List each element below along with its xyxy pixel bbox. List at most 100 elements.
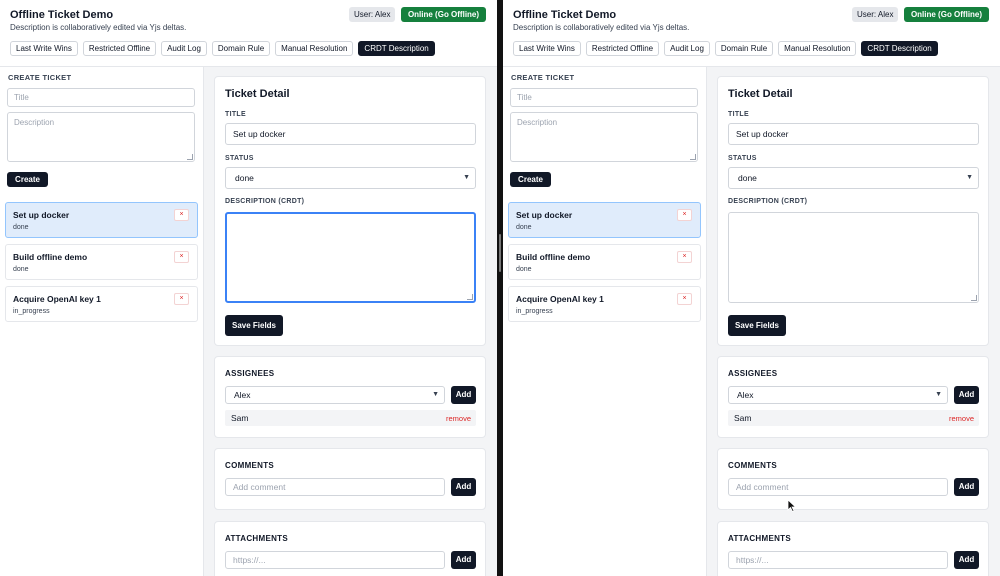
- assignee-name: Sam: [734, 413, 752, 423]
- ticket-status: done: [516, 266, 532, 273]
- tab-domain-rule[interactable]: Domain Rule: [714, 41, 774, 56]
- add-comment-button[interactable]: Add: [954, 478, 979, 496]
- comments-card: COMMENTS Add comment Add: [214, 448, 486, 510]
- add-assignee-button[interactable]: Add: [954, 386, 979, 404]
- ticket-title: Build offline demo: [516, 252, 591, 262]
- tab-restricted-offline[interactable]: Restricted Offline: [82, 41, 157, 56]
- comment-input[interactable]: Add comment: [225, 478, 445, 496]
- assignee-select[interactable]: Alex ▼: [728, 386, 948, 404]
- status-select[interactable]: done ▼: [225, 167, 476, 189]
- assignee-row: Sam remove: [225, 410, 476, 426]
- create-ticket-label: CREATE TICKET: [511, 73, 575, 82]
- delete-ticket-button[interactable]: ×: [677, 251, 692, 263]
- save-fields-button[interactable]: Save Fields: [225, 315, 283, 336]
- app-header: Offline Ticket Demo Description is colla…: [503, 0, 1000, 67]
- mouse-pointer-icon: [787, 499, 797, 513]
- assignees-label: ASSIGNEES: [225, 369, 275, 378]
- new-ticket-title-input[interactable]: Title: [510, 88, 698, 107]
- ticket-detail-heading: Ticket Detail: [728, 88, 793, 100]
- create-ticket-button[interactable]: Create: [7, 172, 48, 187]
- title-label: TITLE: [728, 111, 749, 118]
- ticket-title: Build offline demo: [13, 252, 88, 262]
- attachments-label: ATTACHMENTS: [225, 534, 288, 543]
- description-placeholder: Description: [14, 118, 55, 127]
- tab-domain-rule[interactable]: Domain Rule: [211, 41, 271, 56]
- resize-grip-icon[interactable]: [690, 154, 696, 160]
- ticket-status: done: [13, 224, 29, 231]
- ticket-detail-card: Ticket Detail TITLE Set up docker STATUS…: [717, 76, 989, 346]
- description-crdt-editor[interactable]: [728, 212, 979, 303]
- description-crdt-label: DESCRIPTION (CRDT): [225, 198, 305, 205]
- status-value: done: [738, 173, 757, 183]
- resize-grip-icon[interactable]: [971, 295, 977, 301]
- description-placeholder: Description: [517, 118, 558, 127]
- status-value: done: [235, 173, 254, 183]
- status-select[interactable]: done ▼: [728, 167, 979, 189]
- description-crdt-editor[interactable]: [225, 212, 476, 303]
- tab-manual-resolution[interactable]: Manual Resolution: [778, 41, 857, 56]
- resize-grip-icon[interactable]: [187, 154, 193, 160]
- delete-ticket-button[interactable]: ×: [677, 209, 692, 221]
- ticket-list-item[interactable]: Acquire OpenAI key 1 in_progress ×: [5, 286, 198, 322]
- tab-manual-resolution[interactable]: Manual Resolution: [275, 41, 354, 56]
- add-assignee-button[interactable]: Add: [451, 386, 476, 404]
- delete-ticket-button[interactable]: ×: [677, 293, 692, 305]
- ticket-list-item[interactable]: Set up docker done ×: [5, 202, 198, 238]
- assignees-card: ASSIGNEES Alex ▼ Add Sam remove: [214, 356, 486, 438]
- attachment-url-input[interactable]: https://...: [728, 551, 948, 569]
- ticket-status: done: [516, 224, 532, 231]
- comment-input[interactable]: Add comment: [728, 478, 948, 496]
- ticket-detail-heading: Ticket Detail: [225, 88, 290, 100]
- add-comment-button[interactable]: Add: [451, 478, 476, 496]
- delete-ticket-button[interactable]: ×: [174, 251, 189, 263]
- comments-card: COMMENTS Add comment Add: [717, 448, 989, 510]
- tab-last-write-wins[interactable]: Last Write Wins: [10, 41, 78, 56]
- ticket-list-item[interactable]: Set up docker done ×: [508, 202, 701, 238]
- remove-assignee-link[interactable]: remove: [949, 414, 974, 423]
- new-ticket-description-input[interactable]: Description: [510, 112, 698, 162]
- ticket-list-item[interactable]: Acquire OpenAI key 1 in_progress ×: [508, 286, 701, 322]
- create-ticket-label: CREATE TICKET: [8, 73, 72, 82]
- ticket-list-item[interactable]: Build offline demo done ×: [5, 244, 198, 280]
- attachment-url-input[interactable]: https://...: [225, 551, 445, 569]
- save-fields-button[interactable]: Save Fields: [728, 315, 786, 336]
- tab-crdt-description[interactable]: CRDT Description: [861, 41, 938, 56]
- assignee-select[interactable]: Alex ▼: [225, 386, 445, 404]
- tab-last-write-wins[interactable]: Last Write Wins: [513, 41, 581, 56]
- app-title: Offline Ticket Demo: [513, 9, 617, 21]
- tab-restricted-offline[interactable]: Restricted Offline: [585, 41, 660, 56]
- delete-ticket-button[interactable]: ×: [174, 293, 189, 305]
- left-client-pane: Offline Ticket Demo Description is colla…: [0, 0, 497, 576]
- remove-assignee-link[interactable]: remove: [446, 414, 471, 423]
- create-ticket-button[interactable]: Create: [510, 172, 551, 187]
- ticket-title: Acquire OpenAI key 1: [13, 294, 101, 304]
- description-crdt-label: DESCRIPTION (CRDT): [728, 198, 808, 205]
- sidebar: CREATE TICKET Title Description Create S…: [503, 67, 707, 576]
- delete-ticket-button[interactable]: ×: [174, 209, 189, 221]
- chevron-down-icon: ▼: [935, 391, 942, 398]
- divider-handle[interactable]: [499, 234, 501, 272]
- attachments-card: ATTACHMENTS https://... Add: [717, 521, 989, 576]
- go-offline-button[interactable]: Online (Go Offline): [904, 7, 989, 22]
- ticket-status: in_progress: [13, 308, 50, 315]
- go-offline-button[interactable]: Online (Go Offline): [401, 7, 486, 22]
- ticket-status: done: [13, 266, 29, 273]
- tab-crdt-description[interactable]: CRDT Description: [358, 41, 435, 56]
- tab-audit-log[interactable]: Audit Log: [664, 41, 710, 56]
- ticket-title-input[interactable]: Set up docker: [225, 123, 476, 145]
- resize-grip-icon[interactable]: [467, 294, 473, 300]
- tab-audit-log[interactable]: Audit Log: [161, 41, 207, 56]
- new-ticket-title-input[interactable]: Title: [7, 88, 195, 107]
- assignees-label: ASSIGNEES: [728, 369, 778, 378]
- attachments-label: ATTACHMENTS: [728, 534, 791, 543]
- add-attachment-button[interactable]: Add: [954, 551, 979, 569]
- user-badge: User: Alex: [349, 7, 396, 22]
- comments-label: COMMENTS: [225, 461, 275, 470]
- app-header: Offline Ticket Demo Description is colla…: [0, 0, 497, 67]
- new-ticket-description-input[interactable]: Description: [7, 112, 195, 162]
- ticket-title: Set up docker: [13, 210, 70, 220]
- ticket-list-item[interactable]: Build offline demo done ×: [508, 244, 701, 280]
- ticket-title-input[interactable]: Set up docker: [728, 123, 979, 145]
- add-attachment-button[interactable]: Add: [451, 551, 476, 569]
- ticket-title: Set up docker: [516, 210, 573, 220]
